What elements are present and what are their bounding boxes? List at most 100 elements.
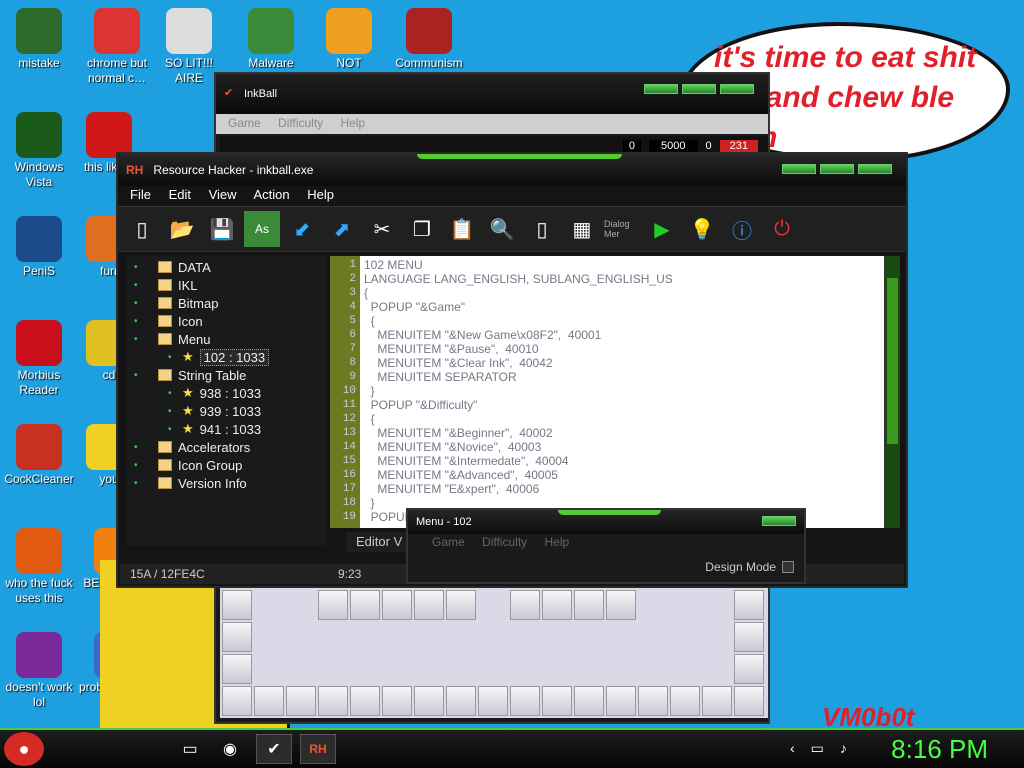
code-line[interactable]: MENUITEM "&Pause", 40010 bbox=[364, 342, 673, 356]
forward-arrow-icon[interactable]: ⬈ bbox=[324, 211, 360, 247]
tree-node[interactable]: • ★ 941 : 1033 bbox=[126, 420, 326, 438]
back-arrow-icon[interactable]: ⬋ bbox=[284, 211, 320, 247]
start-button[interactable]: ● bbox=[4, 732, 44, 766]
copy-icon[interactable]: ❐ bbox=[404, 211, 440, 247]
desktop-icon[interactable]: Windows Vista bbox=[0, 112, 78, 190]
inkball-titlebar[interactable]: ✔ InkBall bbox=[216, 74, 768, 114]
code-line[interactable]: MENUITEM "&Novice", 40003 bbox=[364, 440, 673, 454]
desktop-icon[interactable]: doesn't work lol bbox=[0, 632, 78, 710]
save-icon[interactable]: 💾 bbox=[204, 211, 240, 247]
power-icon[interactable]: ⏻ bbox=[764, 211, 800, 247]
tree-node[interactable]: • ★ 102 : 1033 bbox=[126, 348, 326, 366]
tree-node[interactable]: • Version Info bbox=[126, 474, 326, 492]
rh-window-buttons[interactable] bbox=[782, 164, 892, 174]
tree-node[interactable]: • ★ 939 : 1033 bbox=[126, 402, 326, 420]
inkball-menu-difficulty[interactable]: Difficulty bbox=[278, 116, 323, 130]
paste-icon[interactable]: 📋 bbox=[444, 211, 480, 247]
code-editor[interactable]: 1 2 3 4 5 6 7 8 9 10 11 12 13 14 15 16 17 18 19 102 MENU LA… bbox=[330, 256, 900, 528]
tree-node[interactable]: • DATA bbox=[126, 258, 326, 276]
code-line[interactable]: POPUP "&Difficulty" bbox=[364, 398, 673, 412]
battery-icon[interactable]: ▭ bbox=[811, 740, 824, 757]
rh-menu-edit[interactable]: Edit bbox=[169, 187, 191, 202]
tree-node[interactable]: • String Table bbox=[126, 366, 326, 384]
menu-preview-window-buttons[interactable] bbox=[762, 516, 796, 526]
rh-task-icon[interactable]: RH bbox=[300, 734, 336, 764]
code-line[interactable]: LANGUAGE LANG_ENGLISH, SUBLANG_ENGLISH_U… bbox=[364, 272, 673, 286]
tree-connector: • bbox=[168, 405, 172, 417]
menu-preview-window[interactable]: Menu - 102 Game Difficulty Help Design M… bbox=[406, 508, 806, 584]
resource-tree[interactable]: • DATA • IKL • Bitmap • Icon • Menu • ★ 102 : 1033 • S… bbox=[126, 256, 326, 546]
code-line[interactable]: MENUITEM "&Beginner", 40002 bbox=[364, 426, 673, 440]
code-line[interactable]: { bbox=[364, 314, 673, 328]
desktop-icon[interactable]: NOT bbox=[310, 8, 388, 71]
info-icon[interactable]: ⓘ bbox=[724, 211, 760, 247]
code-line[interactable]: MENUITEM "&Advanced", 40005 bbox=[364, 468, 673, 482]
rh-titlebar[interactable]: RH Resource Hacker - inkball.exe bbox=[118, 154, 906, 186]
tree-node[interactable]: • Menu bbox=[126, 330, 326, 348]
cut-icon[interactable]: ✂ bbox=[364, 211, 400, 247]
preview-menu-game[interactable]: Game bbox=[432, 535, 465, 549]
save-as-icon[interactable]: As bbox=[244, 211, 280, 247]
preview-menu-help[interactable]: Help bbox=[545, 535, 570, 549]
desktop-icon[interactable]: Communism bbox=[390, 8, 468, 71]
desktop-icon[interactable]: chrome but normal c… bbox=[78, 8, 156, 86]
code-line[interactable]: { bbox=[364, 286, 673, 300]
rh-menu-file[interactable]: File bbox=[130, 187, 151, 202]
inkball-window-buttons[interactable] bbox=[644, 84, 754, 94]
code-text[interactable]: 102 MENU LANGUAGE LANG_ENGLISH, SUBLANG_E… bbox=[364, 258, 673, 524]
tree-connector: • bbox=[134, 279, 138, 291]
desktop-icon[interactable]: PeniS bbox=[0, 216, 78, 279]
run-icon[interactable]: ▶ bbox=[644, 211, 680, 247]
inkball-menu-game[interactable]: Game bbox=[228, 116, 261, 130]
search-icon[interactable]: 🔍 bbox=[484, 211, 520, 247]
code-line[interactable]: MENUITEM "&New Game\x08F2", 40001 bbox=[364, 328, 673, 342]
board-empty bbox=[286, 654, 316, 684]
dialog-merge-icon[interactable]: Dialog Mer bbox=[604, 211, 640, 247]
rh-menu-view[interactable]: View bbox=[209, 187, 237, 202]
inkball-menu-help[interactable]: Help bbox=[341, 116, 366, 130]
code-line[interactable]: MENUITEM "&Intermedate", 40004 bbox=[364, 454, 673, 468]
tree-node[interactable]: • Accelerators bbox=[126, 438, 326, 456]
design-mode[interactable]: Design Mode bbox=[705, 560, 794, 574]
new-file-icon[interactable]: ▯ bbox=[124, 211, 160, 247]
clock[interactable]: 8:16 PM bbox=[891, 734, 988, 765]
lightbulb-icon[interactable]: 💡 bbox=[684, 211, 720, 247]
code-line[interactable]: POPUP "&Game" bbox=[364, 300, 673, 314]
desktop-icon[interactable]: Morbius Reader bbox=[0, 320, 78, 398]
desktop-icon[interactable]: CockCleaner bbox=[0, 424, 78, 487]
board-empty bbox=[254, 622, 284, 652]
open-folder-icon[interactable]: 📂 bbox=[164, 211, 200, 247]
code-line[interactable]: MENUITEM "&Clear Ink", 40042 bbox=[364, 356, 673, 370]
tree-node[interactable]: • Icon Group bbox=[126, 456, 326, 474]
volume-icon[interactable]: ♪ bbox=[840, 740, 847, 757]
code-line[interactable]: 102 MENU bbox=[364, 258, 673, 272]
tray-arrow-icon[interactable]: ‹ bbox=[790, 740, 795, 757]
desktop-icon[interactable]: mistake bbox=[0, 8, 78, 71]
desktop-icon[interactable]: Malware bbox=[232, 8, 310, 71]
code-line[interactable]: MENUITEM "E&xpert", 40006 bbox=[364, 482, 673, 496]
menu-preview-titlebar[interactable]: Menu - 102 bbox=[408, 510, 804, 534]
editor-scrollbar[interactable] bbox=[884, 256, 900, 528]
board-empty bbox=[702, 590, 732, 620]
add-resource-icon[interactable]: ▯ bbox=[524, 211, 560, 247]
explorer-task-icon[interactable]: ▭ bbox=[172, 734, 208, 764]
line-number: 4 bbox=[349, 301, 356, 313]
desktop-icon[interactable]: who the fuck uses this bbox=[0, 528, 78, 606]
board-tile bbox=[222, 686, 252, 716]
tree-node[interactable]: • ★ 938 : 1033 bbox=[126, 384, 326, 402]
tree-node[interactable]: • Icon bbox=[126, 312, 326, 330]
chrome-task-icon[interactable]: ◉ bbox=[212, 734, 248, 764]
tree-node[interactable]: • IKL bbox=[126, 276, 326, 294]
inkball-task-icon[interactable]: ✔ bbox=[256, 734, 292, 764]
rh-menu-action[interactable]: Action bbox=[253, 187, 289, 202]
inkball-board[interactable] bbox=[220, 588, 768, 718]
board-empty bbox=[478, 590, 508, 620]
code-line[interactable]: } bbox=[364, 384, 673, 398]
tree-node[interactable]: • Bitmap bbox=[126, 294, 326, 312]
rh-menu-help[interactable]: Help bbox=[307, 187, 334, 202]
code-line[interactable]: { bbox=[364, 412, 673, 426]
add-image-icon[interactable]: ▦ bbox=[564, 211, 600, 247]
preview-menu-difficulty[interactable]: Difficulty bbox=[482, 535, 527, 549]
code-line[interactable]: MENUITEM SEPARATOR bbox=[364, 370, 673, 384]
design-mode-checkbox[interactable] bbox=[782, 561, 794, 573]
